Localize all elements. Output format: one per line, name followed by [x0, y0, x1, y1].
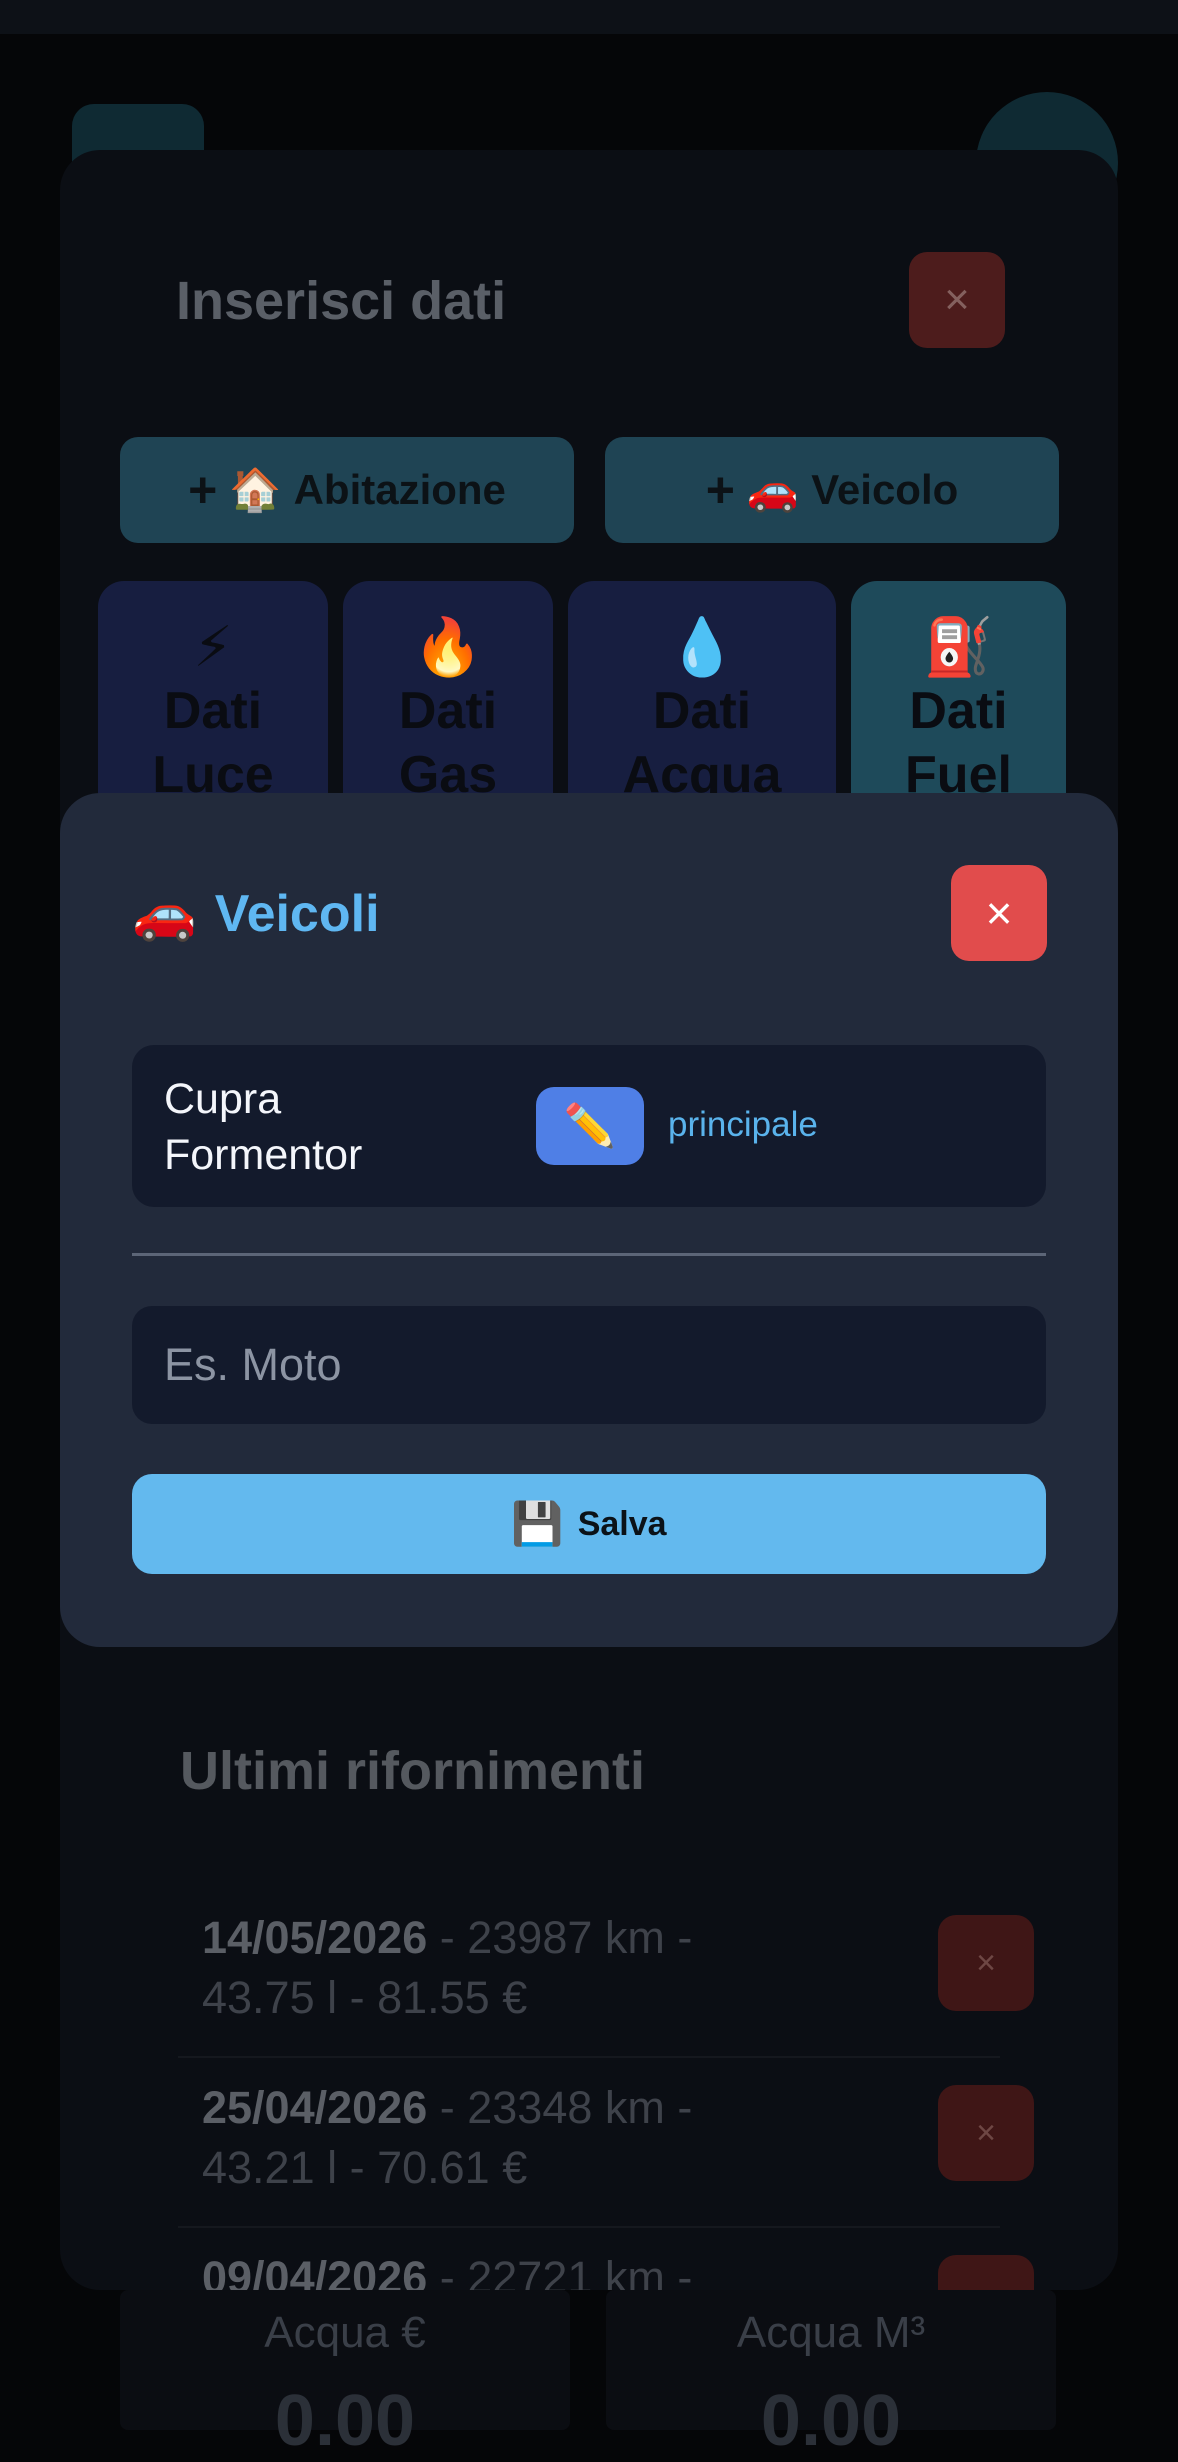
- add-button-label: Abitazione: [293, 466, 506, 513]
- panel-close-button[interactable]: ×: [909, 252, 1005, 348]
- refuel-row: 25/04/2026 - 23348 km - 43.21 l - 70.61 …: [178, 2058, 1034, 2228]
- stat-label: Acqua €: [264, 2308, 426, 2357]
- divider: [132, 1253, 1046, 1256]
- lightning-icon: ⚡: [193, 615, 233, 678]
- tab-dati-acqua[interactable]: 💧 Dati Acqua: [568, 581, 836, 821]
- refuel-text: 09/04/2026 - 22721 km -: [202, 2248, 802, 2290]
- primary-badge: principale: [668, 1105, 818, 1144]
- refuel-delete-button[interactable]: ×: [938, 1915, 1034, 2011]
- add-veicolo-button[interactable]: + 🚗 Veicolo: [605, 437, 1059, 543]
- refuel-delete-button[interactable]: ×: [938, 2085, 1034, 2181]
- refuel-text: 25/04/2026 - 23348 km - 43.21 l - 70.61 …: [202, 2078, 802, 2198]
- stat-value: 0.00: [760, 2381, 902, 2461]
- modal-title-text: Veicoli: [214, 884, 380, 943]
- add-abitazione-button[interactable]: + 🏠 Abitazione: [120, 437, 574, 543]
- plus-icon: +: [188, 462, 218, 518]
- stat-value: 0.00: [274, 2381, 416, 2461]
- tab-label-line1: Dati: [652, 682, 752, 740]
- refuel-text: 14/05/2026 - 23987 km - 43.75 l - 81.55 …: [202, 1908, 802, 2028]
- stat-card-acqua-m3: Acqua M³ 0.00: [606, 2290, 1056, 2461]
- house-icon: 🏠: [229, 465, 282, 513]
- pencil-icon: ✏️: [563, 1101, 617, 1149]
- fuel-pump-icon: ⛽: [923, 615, 994, 678]
- refuel-date: 25/04/2026: [202, 2082, 428, 2133]
- add-button-label: Veicolo: [811, 466, 959, 513]
- vehicles-modal: 🚗 Veicoli × Cupra Formentor ✏️ principal…: [60, 793, 1118, 1647]
- panel-title: Inserisci dati: [176, 271, 507, 331]
- tab-label-line1: Dati: [398, 682, 498, 740]
- car-icon: 🚗: [132, 885, 197, 943]
- tab-dati-luce[interactable]: ⚡ Dati Luce: [98, 581, 328, 821]
- stat-label: Acqua M³: [736, 2308, 926, 2357]
- refuel-row: 09/04/2026 - 22721 km - ×: [178, 2228, 1034, 2290]
- refuel-details: - 22721 km -: [439, 2252, 693, 2290]
- modal-close-button[interactable]: ×: [951, 865, 1047, 961]
- refuel-date: 14/05/2026: [202, 1912, 428, 1963]
- refuel-row: 14/05/2026 - 23987 km - 43.75 l - 81.55 …: [178, 1888, 1034, 2058]
- tab-label-line1: Dati: [909, 682, 1008, 740]
- refuel-delete-button[interactable]: ×: [938, 2255, 1034, 2290]
- save-button[interactable]: 💾 Salva: [132, 1474, 1046, 1574]
- tab-dati-fuel[interactable]: ⛽ Dati Fuel: [851, 581, 1066, 821]
- car-icon: 🚗: [746, 465, 800, 513]
- edit-vehicle-button[interactable]: ✏️: [536, 1087, 644, 1165]
- save-button-label: Salva: [577, 1504, 667, 1543]
- new-vehicle-input[interactable]: [132, 1306, 1046, 1424]
- vehicle-name: Cupra Formentor: [164, 1075, 363, 1179]
- droplet-icon: 💧: [667, 615, 737, 678]
- modal-title: 🚗 Veicoli: [132, 883, 380, 944]
- vehicle-item: Cupra Formentor ✏️ principale: [132, 1045, 1046, 1207]
- tab-dati-gas[interactable]: 🔥 Dati Gas: [343, 581, 553, 821]
- refuel-date: 09/04/2026: [202, 2252, 428, 2290]
- tab-label-line1: Dati: [163, 682, 263, 740]
- floppy-disk-icon: 💾: [511, 1499, 564, 1547]
- fire-icon: 🔥: [413, 615, 483, 678]
- refuels-title: Ultimi rifornimenti: [180, 1741, 646, 1801]
- plus-icon: +: [705, 462, 735, 518]
- stat-card-acqua-euro: Acqua € 0.00: [120, 2290, 570, 2461]
- status-bar: [0, 0, 1178, 34]
